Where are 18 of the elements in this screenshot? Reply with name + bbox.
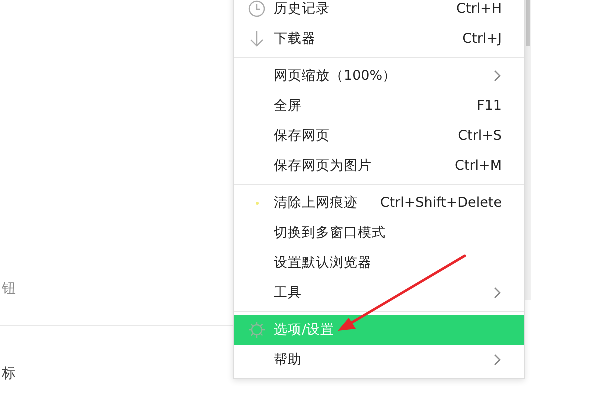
menu-item[interactable]: 保存网页 Ctrl+S <box>234 121 524 151</box>
scrollbar-thumb[interactable] <box>526 0 530 46</box>
menu-item[interactable]: 网页缩放（100%） <box>234 61 524 91</box>
arrow-down-icon <box>249 30 265 48</box>
menu-item[interactable]: 工具 <box>234 278 524 308</box>
dot-icon <box>256 202 258 204</box>
menu-item[interactable]: 切换到多窗口模式 <box>234 218 524 248</box>
label-text: 标 <box>2 365 16 384</box>
menu-item[interactable]: 清除上网痕迹 Ctrl+Shift+Delete <box>234 188 524 218</box>
menu-item[interactable]: 历史记录 Ctrl+H <box>234 0 524 24</box>
gear-icon <box>248 321 266 339</box>
menu-item[interactable]: 设置默认浏览器 <box>234 248 524 278</box>
menu-item[interactable]: 下载器 Ctrl+J <box>234 24 524 54</box>
menu-item[interactable]: 保存网页为图片 Ctrl+M <box>234 151 524 181</box>
menu-item[interactable]: 全屏 F11 <box>234 91 524 121</box>
clock-icon <box>248 0 266 18</box>
label-text: 钮 <box>2 280 16 299</box>
menu-item[interactable]: 帮助 <box>234 345 524 375</box>
